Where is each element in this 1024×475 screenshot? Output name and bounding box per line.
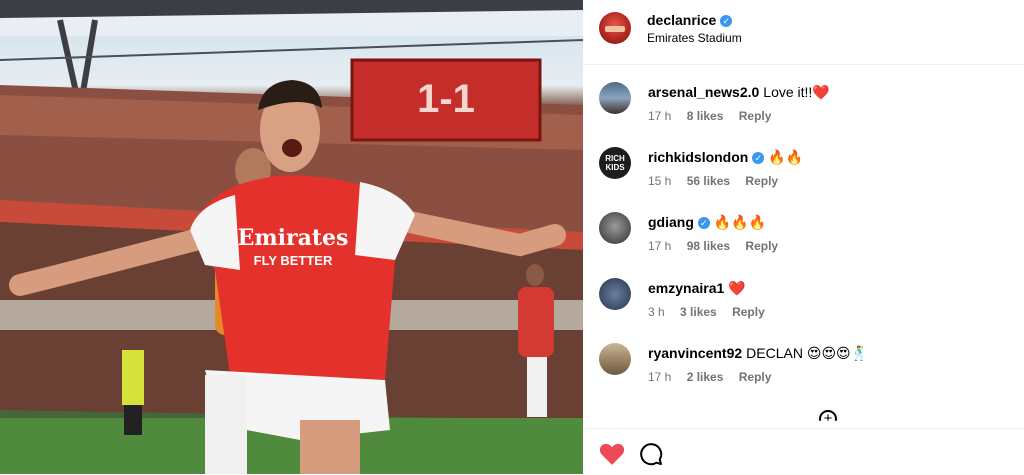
comment-time: 17 h [648, 109, 672, 123]
heart-filled-icon[interactable] [599, 442, 625, 466]
photo-illustration: 1-1 Emirates FLY BETTER [0, 0, 583, 474]
commenter-username[interactable]: arsenal_news2.0 [648, 84, 759, 100]
shirt-sponsor-2: FLY BETTER [254, 253, 333, 268]
reply-button[interactable]: Reply [739, 370, 772, 384]
comment-time: 17 h [648, 370, 672, 384]
shirt-sponsor-1: Emirates [238, 225, 349, 251]
comment-likes[interactable]: 98 likes [687, 239, 730, 253]
commenter-avatar[interactable] [599, 82, 631, 114]
post-photo[interactable]: 1-1 Emirates FLY BETTER [0, 0, 583, 474]
comment-text-line: richkidslondon ✓ 🔥🔥 [648, 149, 803, 166]
verified-badge-icon: ✓ [697, 217, 710, 229]
author-avatar[interactable] [599, 12, 631, 44]
commenter-username[interactable]: gdiang ✓ [648, 214, 710, 230]
comment-bubble-icon[interactable] [639, 442, 663, 466]
comment-item: gdiang ✓ 🔥🔥🔥 17 h 98 likes Reply [583, 212, 1024, 272]
commenter-username-text[interactable]: gdiang [648, 214, 694, 230]
comment-item: RICH KIDS richkidslondon ✓ 🔥🔥 15 h 56 like… [583, 147, 1024, 207]
comment-likes[interactable]: 3 likes [680, 305, 717, 319]
reply-button[interactable]: Reply [745, 174, 778, 188]
comment-body: 🔥🔥🔥 [713, 214, 767, 230]
scoreboard-text: 1-1 [417, 77, 475, 121]
commenter-username[interactable]: emzynaira1 [648, 280, 724, 296]
comment-meta: 3 h 3 likes Reply [648, 305, 777, 319]
commenter-avatar[interactable]: RICH KIDS [599, 147, 631, 179]
comment-body: ❤️ [728, 280, 746, 296]
reply-button[interactable]: Reply [745, 239, 778, 253]
comment-time: 17 h [648, 239, 672, 253]
verified-badge-icon: ✓ [752, 152, 765, 164]
comment-item: arsenal_news2.0 Love it!!❤️ 17 h 8 likes … [583, 82, 1024, 142]
comment-likes[interactable]: 2 likes [687, 370, 724, 384]
commenter-avatar[interactable] [599, 278, 631, 310]
post-panel: declanrice ✓ Emirates Stadium arsenal_new… [583, 0, 1024, 475]
commenter-username[interactable]: richkidslondon ✓ [648, 149, 765, 165]
comment-time: 3 h [648, 305, 665, 319]
comment-text-line: ryanvincent92 DECLAN 😍😍😍🕺 [648, 345, 868, 362]
reply-button[interactable]: Reply [732, 305, 765, 319]
comment-text-line: emzynaira1 ❤️ [648, 280, 746, 297]
comment-text-line: gdiang ✓ 🔥🔥🔥 [648, 214, 766, 231]
comment-body: Love it!!❤️ [763, 84, 830, 100]
comment-item: emzynaira1 ❤️ 3 h 3 likes Reply [583, 278, 1024, 338]
commenter-avatar[interactable] [599, 343, 631, 375]
comment-body: DECLAN 😍😍😍🕺 [746, 345, 869, 361]
comment-body: 🔥🔥 [768, 149, 804, 165]
verified-badge-icon: ✓ [720, 15, 733, 27]
comment-meta: 17 h 98 likes Reply [648, 239, 790, 253]
action-bar [583, 428, 1024, 475]
comment-likes[interactable]: 56 likes [687, 174, 730, 188]
comment-item: ryanvincent92 DECLAN 😍😍😍🕺 17 h 2 likes Re… [583, 343, 1024, 403]
reply-button[interactable]: Reply [739, 109, 772, 123]
commenter-avatar[interactable] [599, 212, 631, 244]
avatar-text: RICH KIDS [605, 154, 625, 172]
post-location[interactable]: Emirates Stadium [647, 31, 742, 45]
comment-meta: 15 h 56 likes Reply [648, 174, 790, 188]
commenter-username[interactable]: ryanvincent92 [648, 345, 742, 361]
comment-text-line: arsenal_news2.0 Love it!!❤️ [648, 84, 830, 101]
comment-likes[interactable]: 8 likes [687, 109, 724, 123]
commenter-username-text[interactable]: richkidslondon [648, 149, 748, 165]
post-header: declanrice ✓ Emirates Stadium [583, 0, 1024, 65]
author-username[interactable]: declanrice ✓ [647, 12, 733, 28]
comment-meta: 17 h 8 likes Reply [648, 109, 783, 123]
author-username-text[interactable]: declanrice [647, 12, 716, 28]
comment-time: 15 h [648, 174, 672, 188]
plus-circle-icon[interactable]: + [819, 410, 837, 421]
comment-meta: 17 h 2 likes Reply [648, 370, 783, 384]
